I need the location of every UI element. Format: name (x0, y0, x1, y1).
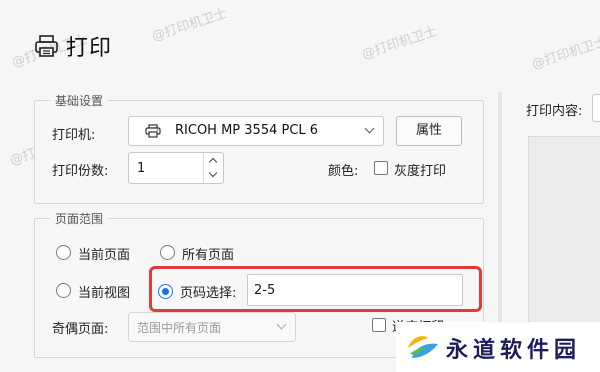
current-view-label: 当前视图 (78, 286, 131, 301)
grayscale-label: 灰度打印 (394, 164, 447, 179)
watermark-3: @打印机卫士 (530, 34, 600, 73)
copies-label: 打印份数: (52, 164, 109, 179)
printer-label: 打印机: (52, 128, 96, 143)
watermark-1: @打印机卫士 (150, 6, 230, 45)
print-content-select[interactable] (592, 94, 600, 122)
printer-select[interactable]: RICOH MP 3554 PCL 6 (128, 116, 384, 146)
copies-value: 1 (137, 161, 146, 176)
stepper-divider (203, 153, 204, 183)
all-pages-radio[interactable] (160, 245, 175, 260)
odd-even-select[interactable]: 范围中所有页面 (128, 312, 296, 342)
odd-even-label: 奇偶页面: (52, 322, 109, 337)
reverse-print-checkbox[interactable] (372, 318, 386, 332)
odd-even-value: 范围中所有页面 (137, 321, 222, 335)
brand-text: 永道软件园 (446, 338, 582, 363)
stepper-up-icon[interactable] (208, 157, 218, 167)
printer-select-value: RICOH MP 3554 PCL 6 (175, 123, 319, 138)
printer-small-icon (145, 124, 161, 142)
chevron-down-icon (276, 319, 287, 330)
all-pages-label: 所有页面 (182, 248, 235, 263)
page-range-legend: 页面范围 (50, 210, 109, 227)
properties-button[interactable]: 属性 (396, 116, 462, 146)
print-content-label: 打印内容: (526, 104, 583, 119)
current-view-radio[interactable] (56, 283, 71, 298)
watermark-2: @打印机卫士 (360, 24, 440, 63)
current-page-label: 当前页面 (78, 248, 131, 263)
stepper-down-icon[interactable] (208, 168, 218, 178)
highlight-box (149, 266, 482, 312)
printer-icon (34, 34, 60, 58)
grayscale-checkbox[interactable] (374, 161, 388, 175)
copies-stepper[interactable]: 1 (128, 152, 224, 184)
current-page-radio[interactable] (56, 245, 71, 260)
dialog-title: 打印 (66, 36, 113, 61)
basic-settings-legend: 基础设置 (50, 92, 109, 109)
chevron-down-icon (364, 123, 375, 134)
color-label: 颜色: (328, 164, 359, 179)
brand-leaf-icon (404, 330, 442, 368)
